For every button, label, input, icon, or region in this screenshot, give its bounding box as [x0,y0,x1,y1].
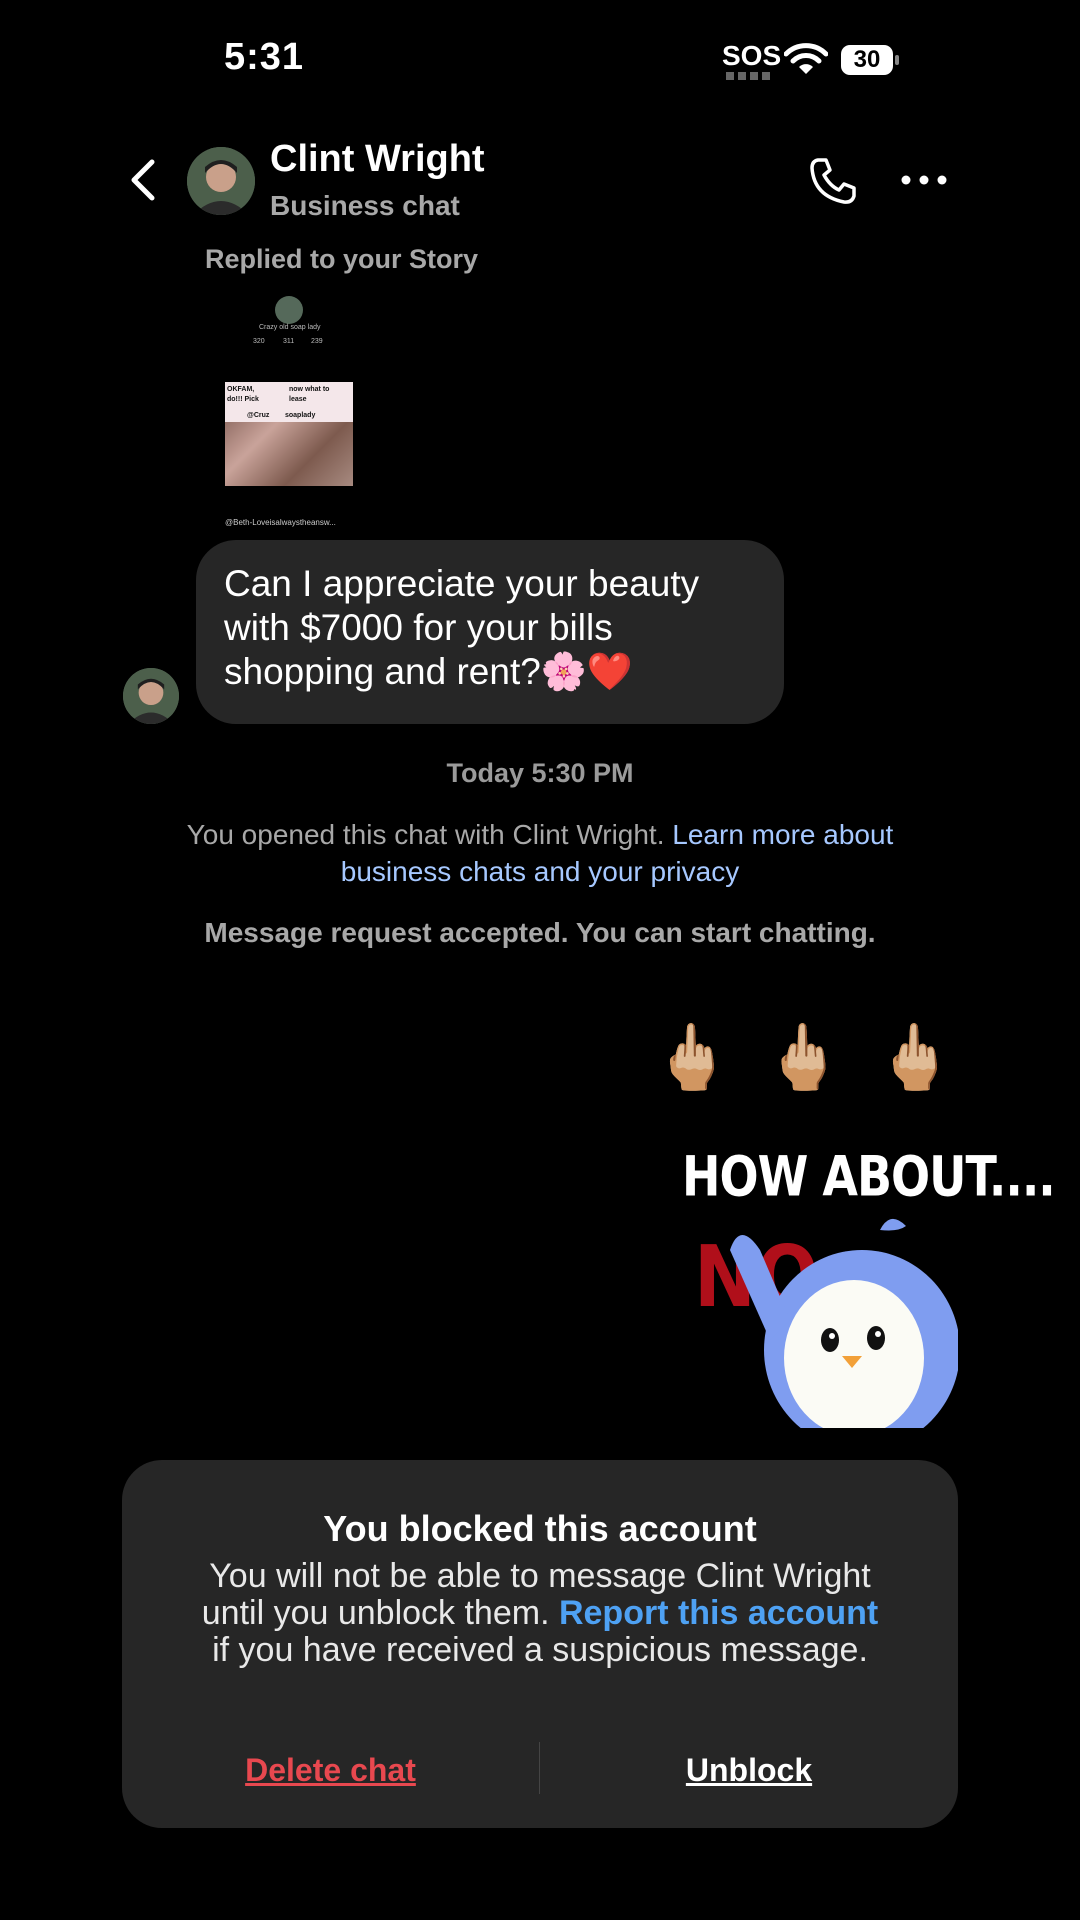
blocked-panel-text-end: if you have received a suspicious messag… [212,1631,868,1669]
story-preview[interactable]: Crazy old soap lady 320 311 239 OKFAM, n… [225,292,353,532]
sticker-text-how-about: HOW ABOUT.... [682,1144,1056,1209]
delete-chat-button[interactable]: Delete chat [122,1752,539,1789]
contact-avatar[interactable] [187,147,255,215]
more-options-icon[interactable] [900,166,948,194]
sos-indicator: SOS [722,40,782,71]
report-account-link[interactable]: Report this account [559,1594,878,1632]
story-tile-text: OKFAM, [227,386,255,393]
story-image-grid: OKFAM, now what to do!!! Pick lease @Cru… [225,382,353,486]
story-tile-text: do!!! Pick [227,396,259,403]
message-timestamp: Today 5:30 PM [446,758,634,788]
status-time: 5:31 [224,36,305,78]
contact-name[interactable]: Clint Wright [270,138,485,181]
request-accepted-notice: Message request accepted. You can start … [204,917,876,948]
story-profile-name: Crazy old soap lady [259,324,321,331]
story-tile-text: soaplady [285,412,316,419]
privacy-notice: You opened this chat with Clint Wright. … [150,816,930,890]
story-profile-avatar [275,296,303,324]
battery-icon: 30 [840,44,900,76]
chat-type-label: Business chat [270,190,460,221]
story-stat: 311 [283,338,295,345]
incoming-message-text: Can I appreciate your beauty with $7000 … [224,563,700,692]
penguin-sticker-icon[interactable] [730,1210,958,1428]
blocked-account-panel: You blocked this account You will not be… [122,1460,958,1828]
story-caption: @Beth-Loveisalwaystheansw... [225,518,336,527]
sender-avatar[interactable] [123,668,179,724]
signal-dots-icon [726,72,774,80]
story-tile-text: lease [289,396,307,403]
blocked-panel-title: You blocked this account [323,1508,757,1549]
incoming-message-bubble[interactable]: Can I appreciate your beauty with $7000 … [196,540,784,724]
unblock-button[interactable]: Unblock [540,1752,958,1789]
story-stat: 239 [311,338,323,345]
back-arrow-icon[interactable] [126,158,160,202]
blocked-panel-body: You will not be able to message Clint Wr… [192,1558,888,1669]
sticker-emojis: 🖕🏼🖕🏼🖕🏼 [652,1021,988,1093]
phone-call-icon[interactable] [808,156,858,206]
wifi-icon [784,43,828,74]
story-tile-text: now what to [289,386,330,393]
story-reply-label: Replied to your Story [205,244,479,274]
battery-level: 30 [853,46,881,73]
story-stat: 320 [253,338,265,345]
privacy-notice-text: You opened this chat with Clint Wright. [186,819,673,850]
story-tile-text: @Cruz [247,412,270,419]
